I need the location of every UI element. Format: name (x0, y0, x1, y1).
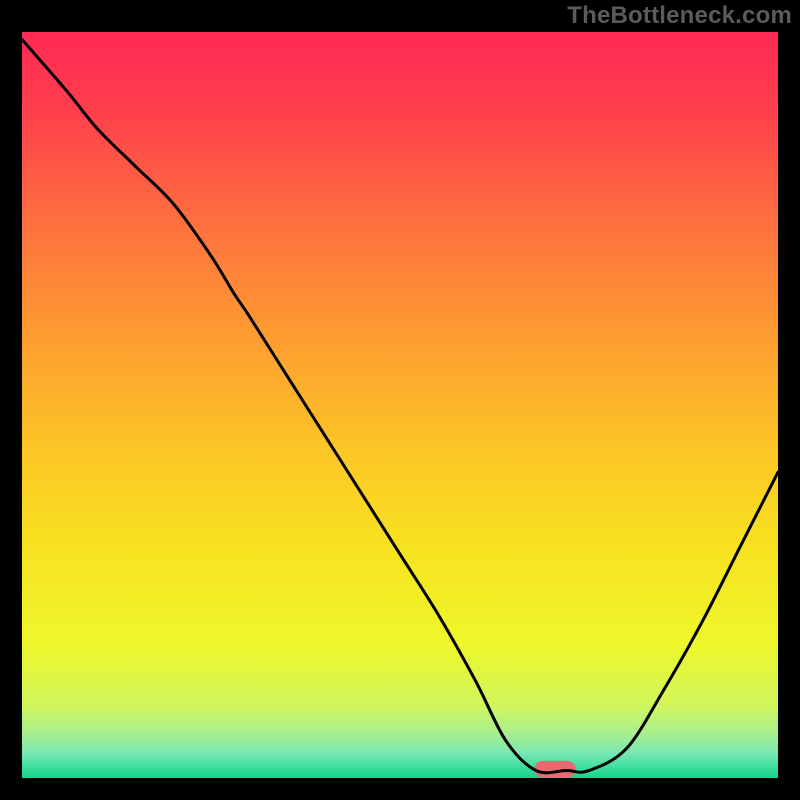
gradient-fill (22, 32, 778, 778)
plot-area (0, 0, 800, 800)
highlight-pill (534, 761, 576, 777)
watermark-text: TheBottleneck.com (567, 2, 792, 30)
frame-right (778, 0, 800, 800)
frame-left (0, 0, 22, 800)
bottleneck-chart (0, 0, 800, 800)
frame-bottom (0, 778, 800, 800)
chart-container: TheBottleneck.com (0, 0, 800, 800)
